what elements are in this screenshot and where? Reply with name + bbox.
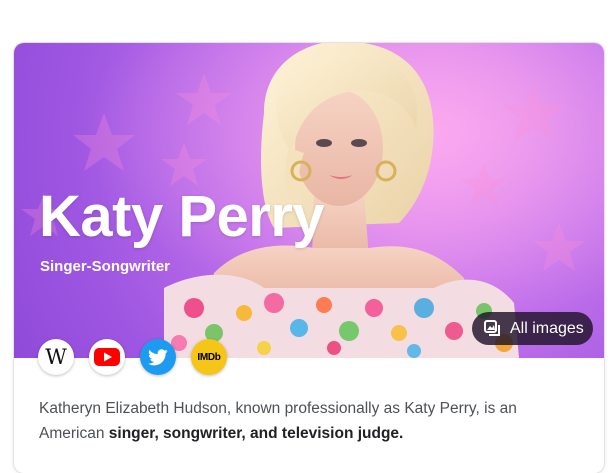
all-images-button[interactable]: All images — [472, 312, 593, 345]
entity-description: Katheryn Elizabeth Hudson, known profess… — [39, 396, 584, 446]
imdb-link[interactable]: IMDb — [191, 339, 227, 375]
youtube-link[interactable] — [89, 339, 125, 375]
twitter-icon — [148, 348, 168, 365]
wikipedia-icon: W — [45, 345, 67, 369]
entity-title: Katy Perry — [39, 184, 325, 249]
hero-image[interactable]: Katy Perry Singer-Songwriter All images — [14, 43, 604, 358]
imdb-icon: IMDb — [197, 351, 221, 363]
twitter-link[interactable] — [140, 339, 176, 375]
social-links: W IMDb — [38, 339, 227, 375]
knowledge-panel-card: Katy Perry Singer-Songwriter All images … — [14, 43, 604, 473]
image-gallery-icon — [484, 320, 500, 336]
wikipedia-link[interactable]: W — [38, 339, 74, 375]
all-images-label: All images — [510, 319, 584, 337]
entity-category: Singer-Songwriter — [40, 258, 171, 275]
description-bold: singer, songwriter, and television judge… — [108, 425, 404, 442]
youtube-icon — [94, 348, 120, 366]
